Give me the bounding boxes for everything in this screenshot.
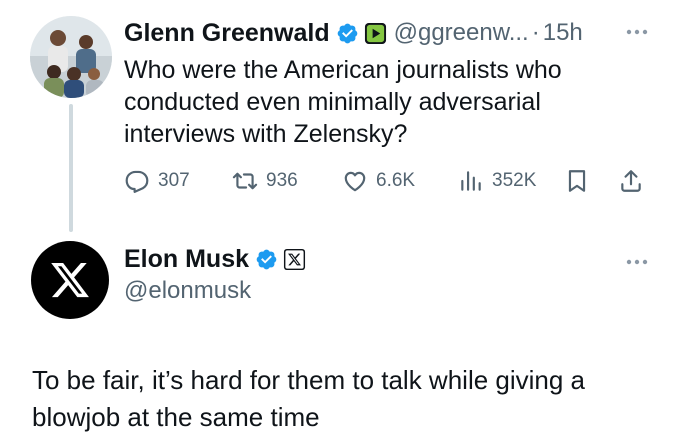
thread-connector-line <box>69 104 73 232</box>
verified-badge-icon <box>255 248 278 271</box>
like-button[interactable]: 6.6K <box>342 164 415 198</box>
repost-button[interactable]: 936 <box>232 164 298 198</box>
tweet-timestamp[interactable]: 15h <box>543 19 583 47</box>
reply-count: 307 <box>158 170 190 191</box>
share-icon <box>621 170 641 192</box>
bookmark-button[interactable] <box>564 164 598 198</box>
author-handle[interactable]: @elonmusk <box>124 277 251 305</box>
author-name[interactable]: Glenn Greenwald <box>124 19 330 48</box>
parent-tweet[interactable]: Glenn Greenwald @ggreenw... · 15h Who we… <box>0 0 680 232</box>
x-logo-icon <box>51 262 89 298</box>
share-button[interactable] <box>618 164 652 198</box>
reply-button[interactable]: 307 <box>124 164 190 198</box>
x-affiliation-badge-icon[interactable] <box>283 248 306 271</box>
author-name[interactable]: Elon Musk <box>124 245 249 274</box>
views-icon <box>461 171 481 191</box>
tweet-text: Who were the American journalists who co… <box>124 56 562 148</box>
more-icon[interactable] <box>620 22 654 42</box>
separator-dot: · <box>531 19 540 46</box>
repost-icon <box>232 172 258 190</box>
views-button[interactable]: 352K <box>458 164 536 198</box>
author-handle[interactable]: @ggreenw... <box>394 19 529 47</box>
author-avatar-x-logo[interactable] <box>31 241 109 319</box>
view-count: 352K <box>492 170 537 191</box>
more-icon[interactable] <box>620 252 654 272</box>
verified-badge-icon <box>336 22 359 45</box>
repost-count: 936 <box>266 170 298 191</box>
like-icon <box>344 171 366 192</box>
avatar-photo <box>30 16 112 98</box>
reply-icon <box>125 170 149 193</box>
rumble-badge-icon[interactable] <box>364 22 387 45</box>
tweet-text: To be fair, it’s hard for them to talk w… <box>32 365 586 432</box>
parent-tweet-header: Glenn Greenwald @ggreenw... · 15h <box>124 16 583 50</box>
like-count: 6.6K <box>376 170 416 191</box>
tweet-actions: 307 936 6.6K 352K <box>124 164 654 198</box>
main-tweet-header: Elon Musk <box>124 242 306 276</box>
bookmark-icon <box>568 170 586 192</box>
author-avatar[interactable] <box>30 16 112 98</box>
